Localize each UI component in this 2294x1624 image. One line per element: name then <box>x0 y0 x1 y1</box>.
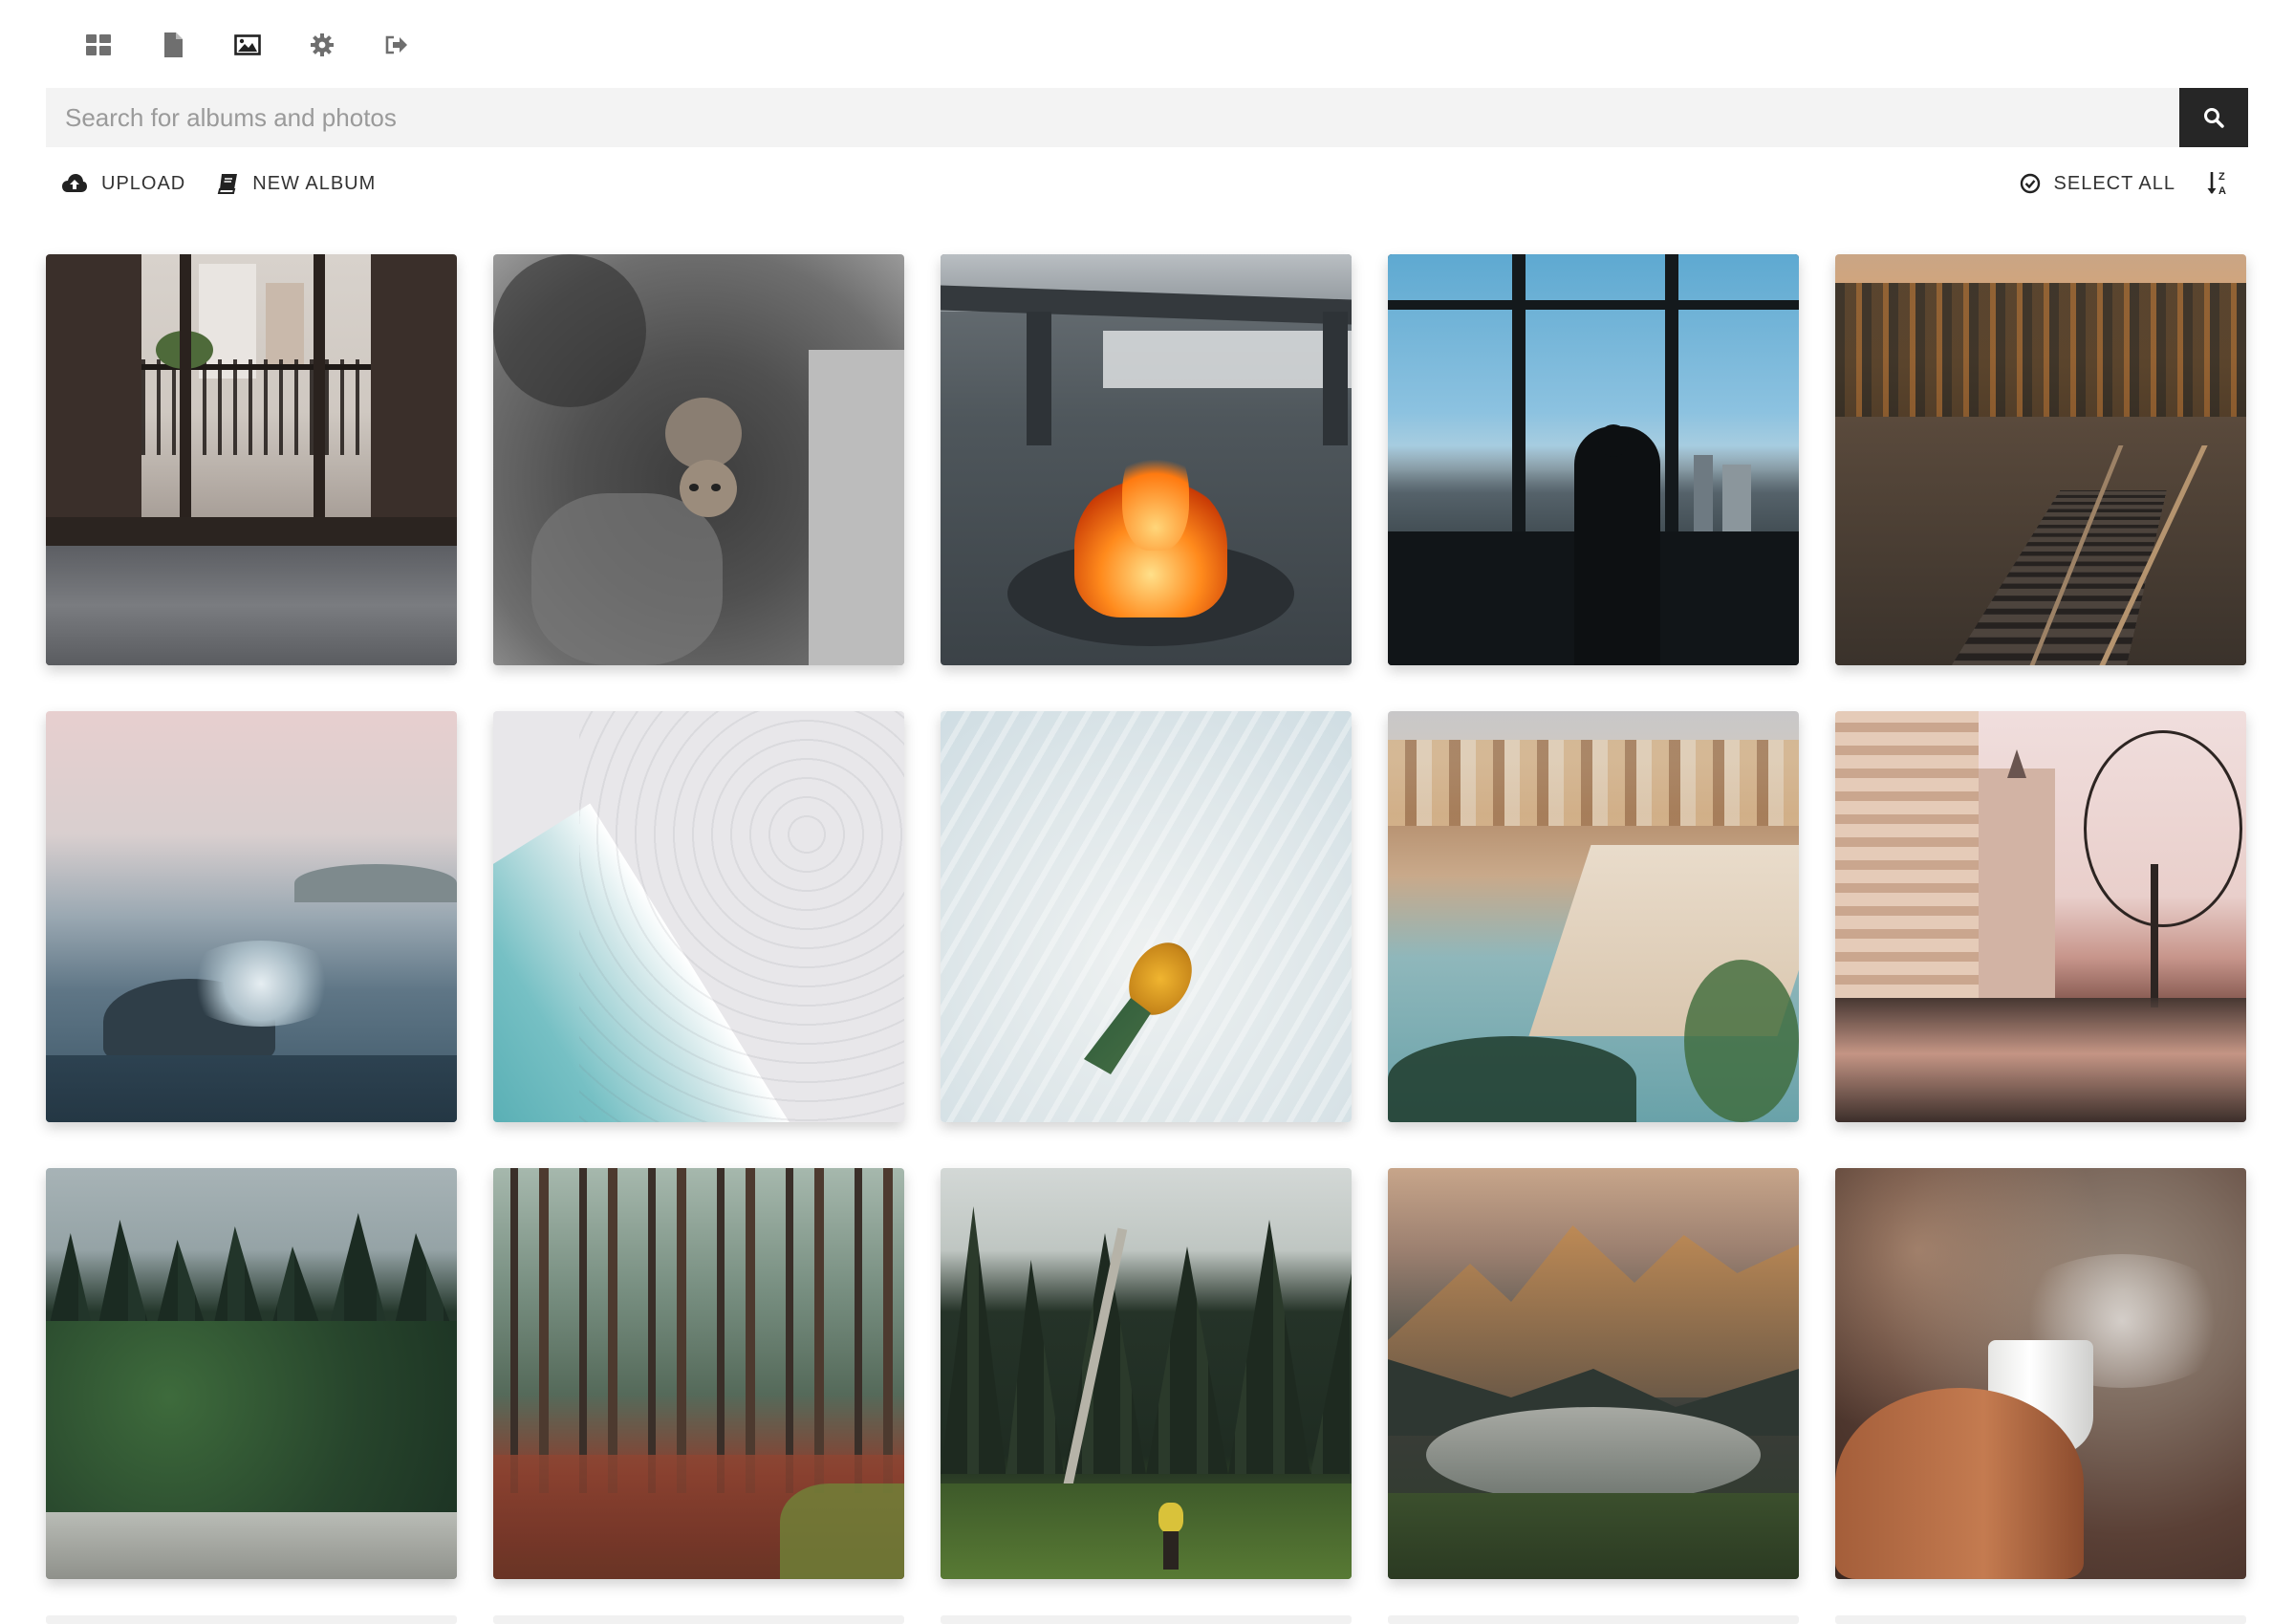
gear-icon[interactable] <box>308 29 336 61</box>
top-nav <box>84 29 411 61</box>
photo-tile[interactable] <box>46 254 457 665</box>
image-icon[interactable] <box>233 29 262 61</box>
select-all-button[interactable]: SELECT ALL <box>2004 173 2191 195</box>
upload-label: UPLOAD <box>101 172 186 194</box>
photo-tile[interactable] <box>493 1168 904 1579</box>
dashboard-icon[interactable] <box>84 29 113 61</box>
select-all-label: SELECT ALL <box>2053 172 2175 194</box>
sort-alpha-icon: ZA <box>2207 171 2227 197</box>
file-icon[interactable] <box>159 29 187 61</box>
photo-tile[interactable] <box>1835 1168 2246 1579</box>
check-circle-icon <box>2020 173 2040 194</box>
photo-tile[interactable] <box>493 254 904 665</box>
photo-tile[interactable] <box>1388 1168 1799 1579</box>
svg-text:A: A <box>2218 185 2227 197</box>
photo-tile[interactable] <box>46 711 457 1122</box>
search-button[interactable] <box>2179 88 2248 147</box>
search-bar <box>46 88 2248 147</box>
search-input[interactable] <box>46 88 2179 147</box>
photo-tile[interactable] <box>46 1168 457 1579</box>
book-icon <box>217 174 238 194</box>
toolbar: UPLOAD NEW ALBUM SELECT ALL ZA <box>46 164 2248 203</box>
svg-text:Z: Z <box>2218 171 2226 183</box>
search-icon <box>2204 108 2224 128</box>
cloud-upload-icon <box>62 174 87 192</box>
new-album-button[interactable]: NEW ALBUM <box>201 172 391 195</box>
upload-button[interactable]: UPLOAD <box>46 173 201 195</box>
photo-tile[interactable] <box>1835 711 2246 1122</box>
photo-tile[interactable] <box>1835 254 2246 665</box>
photo-grid <box>46 254 2248 1579</box>
photo-tile[interactable] <box>1388 711 1799 1122</box>
next-row-edge <box>46 1615 2248 1624</box>
new-album-label: NEW ALBUM <box>252 172 377 194</box>
sort-button[interactable]: ZA <box>2191 169 2248 198</box>
logout-icon[interactable] <box>382 29 411 61</box>
photo-tile[interactable] <box>493 711 904 1122</box>
photo-tile[interactable] <box>1388 254 1799 665</box>
photo-tile[interactable] <box>941 1168 1352 1579</box>
photo-tile[interactable] <box>941 254 1352 665</box>
photo-tile[interactable] <box>941 711 1352 1122</box>
